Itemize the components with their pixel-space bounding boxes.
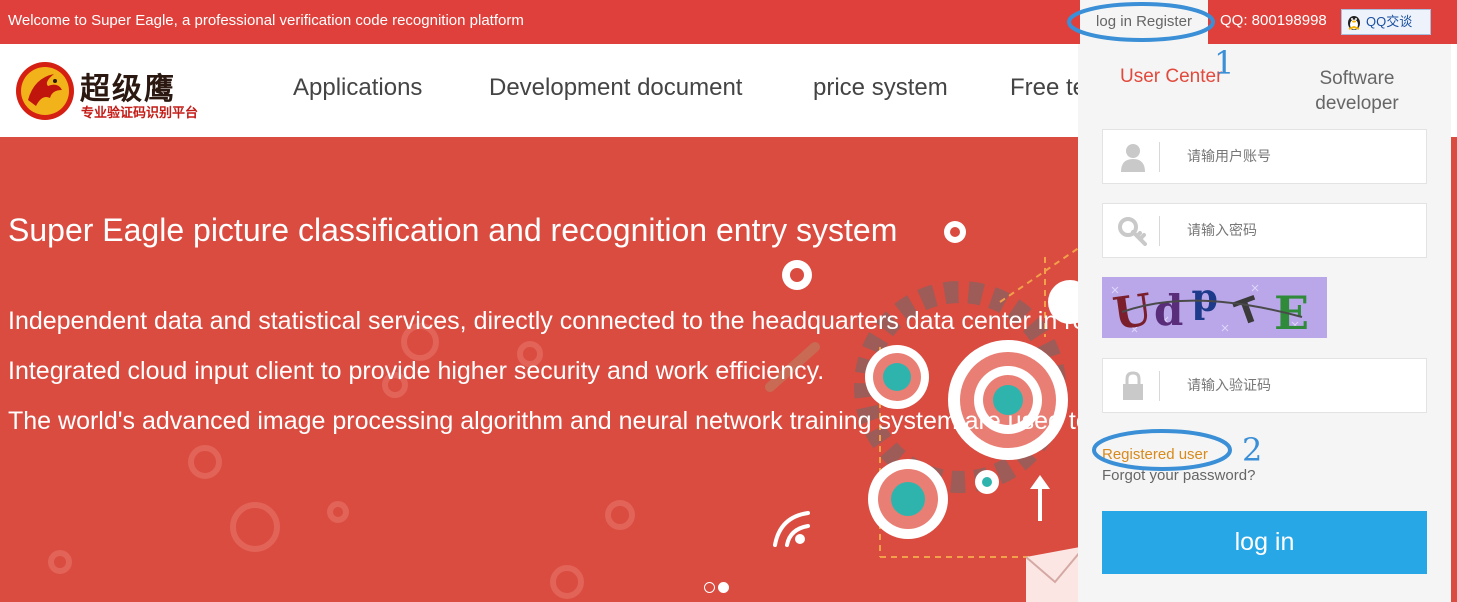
login-panel: User Center Software developer U d d T E [1078,44,1451,602]
field-separator [1159,142,1160,172]
qq-number: QQ: 800198998 [1220,12,1327,29]
top-bar: Welcome to Super Eagle, a professional v… [0,0,1457,44]
nav-free-trial[interactable]: Free te [1010,74,1078,101]
svg-text:U: U [1110,284,1155,338]
nav-applications[interactable]: Applications [293,74,422,102]
user-icon [1121,144,1145,172]
tab-user-center[interactable]: User Center [1120,66,1222,88]
welcome-text: Welcome to Super Eagle, a professional v… [8,12,524,29]
carousel-dots [704,580,732,598]
top-login-link[interactable]: log in [1096,13,1132,30]
registered-user-link[interactable]: Registered user [1102,446,1208,463]
key-icon [1118,217,1147,246]
tab-software-developer[interactable]: Software developer [1300,66,1414,116]
qq-chat-button[interactable]: QQ交谈 [1341,9,1431,35]
carousel-dot-1[interactable] [704,582,715,593]
eagle-logo-icon [16,62,74,120]
main-gear-icon [948,340,1068,460]
captcha-field [1102,358,1427,413]
forgot-password-link[interactable]: Forgot your password? [1102,467,1255,484]
nav-development-document[interactable]: Development document [489,74,742,102]
annotation-number-1: 1 [1214,44,1235,82]
annotation-number-2: 2 [1242,431,1263,469]
top-register-link[interactable]: Register [1136,13,1192,30]
captcha-image[interactable]: U d d T E [1102,277,1327,338]
svg-text:d: d [1191,282,1218,327]
login-button[interactable]: log in [1102,511,1427,574]
lock-icon [1123,371,1143,400]
field-separator [1159,216,1160,246]
qq-chat-label: QQ交谈 [1366,14,1413,29]
banner-line-2: Integrated cloud input client to provide… [8,357,825,385]
banner-line-3: The world's advanced image processing al… [8,407,1111,435]
site-logo[interactable]: 超级鹰 专业验证码识别平台 [14,58,204,124]
password-field [1102,203,1427,258]
penguin-icon [1348,16,1360,30]
username-input[interactable] [1173,130,1413,183]
field-separator [1159,371,1160,401]
username-field [1102,129,1427,184]
banner-headline: Super Eagle picture classification and r… [8,212,898,248]
nav-price-system[interactable]: price system [813,74,948,102]
banner-line-1: Independent data and statistical service… [8,307,1087,335]
carousel-dot-2[interactable] [718,582,729,593]
captcha-input[interactable] [1173,359,1413,412]
password-input[interactable] [1173,204,1413,257]
login-register-box: log in Register [1080,0,1208,44]
logo-subtitle: 专业验证码识别平台 [81,105,199,120]
svg-text:d: d [1154,286,1183,335]
